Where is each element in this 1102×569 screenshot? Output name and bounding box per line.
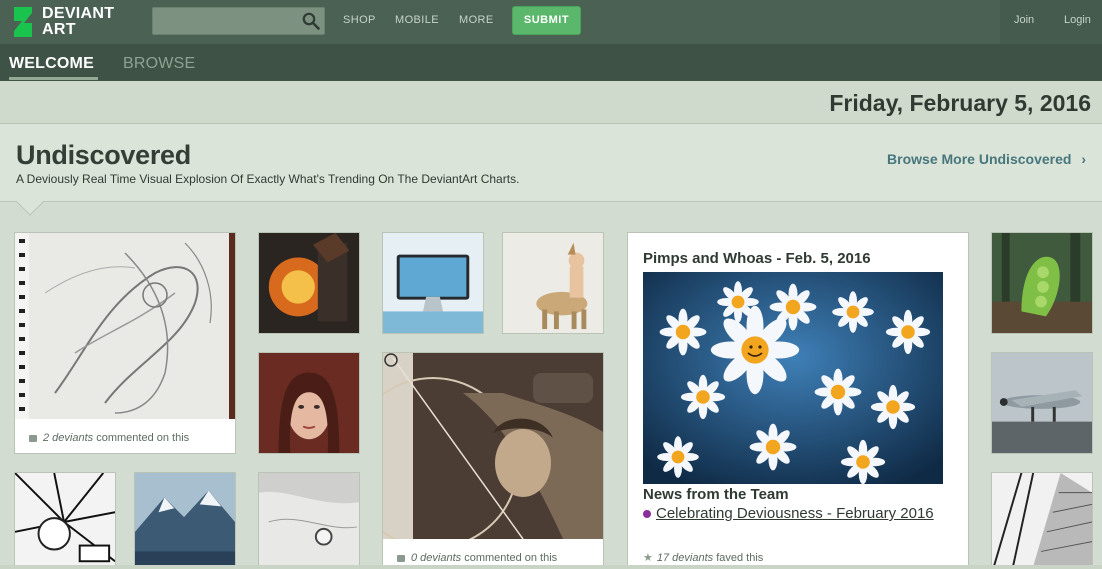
thumbnail-image bbox=[992, 353, 1092, 453]
archer-thumbnail[interactable] bbox=[383, 353, 604, 539]
thumbnail-image bbox=[259, 353, 359, 453]
section-title: Undiscovered bbox=[16, 140, 191, 170]
deviantart-logo[interactable]: DEVIANT ART bbox=[12, 6, 132, 38]
thumbnail-image bbox=[383, 233, 483, 333]
news-title: News from the Team bbox=[643, 486, 789, 503]
tab-browse[interactable]: BROWSE bbox=[123, 55, 195, 73]
undiscovered-header: Undiscovered A Deviously Real Time Visua… bbox=[0, 124, 1102, 202]
faved-count-label: faved this bbox=[716, 552, 764, 564]
browse-more-link[interactable]: Browse More Undiscovered › bbox=[887, 151, 1086, 167]
date-bar: Friday, February 5, 2016 bbox=[0, 81, 1102, 124]
thumbnail-image bbox=[15, 473, 115, 569]
page-date: Friday, February 5, 2016 bbox=[829, 90, 1091, 116]
tab-welcome[interactable]: WELCOME bbox=[9, 55, 94, 73]
comment-count: 2 deviants commented on this bbox=[15, 418, 235, 453]
faved-count: ★ 17 deviants faved this bbox=[643, 551, 763, 564]
deviation-thumb-airplane[interactable] bbox=[991, 352, 1093, 454]
login-link[interactable]: Login bbox=[1064, 14, 1091, 26]
thumbnail-image bbox=[259, 233, 359, 333]
deviation-card-sketch[interactable]: 2 deviants commented on this bbox=[14, 232, 236, 454]
active-tab-indicator bbox=[9, 77, 98, 80]
deviation-thumb-centaur[interactable] bbox=[502, 232, 604, 334]
news-link[interactable]: Celebrating Deviousness - February 2016 bbox=[643, 504, 943, 523]
deviation-thumb-manga[interactable] bbox=[14, 472, 116, 569]
nav-mobile[interactable]: MOBILE bbox=[395, 14, 439, 26]
section-subtitle: A Deviously Real Time Visual Explosion O… bbox=[16, 172, 520, 186]
news-link-label: Celebrating Deviousness - February 2016 bbox=[656, 505, 934, 522]
featured-title[interactable]: Pimps and Whoas - Feb. 5, 2016 bbox=[643, 250, 871, 267]
featured-image[interactable] bbox=[643, 272, 943, 484]
comment-count-number[interactable]: 0 deviants bbox=[411, 552, 461, 564]
star-icon: ★ bbox=[643, 552, 653, 564]
deviation-thumb-mountains[interactable] bbox=[134, 472, 236, 569]
deviation-thumb-fire-warrior[interactable] bbox=[258, 232, 360, 334]
sketch-thumbnail[interactable] bbox=[15, 233, 236, 419]
featured-card: Pimps and Whoas - Feb. 5, 2016 News from… bbox=[627, 232, 969, 569]
logo-text-line2: ART bbox=[42, 21, 76, 38]
logo-text-line1: DEVIANT bbox=[42, 5, 115, 22]
thumbnail-image bbox=[992, 473, 1092, 569]
submit-button[interactable]: SUBMIT bbox=[512, 6, 581, 35]
news-dot-icon bbox=[643, 510, 651, 519]
comment-count-label: commented on this bbox=[96, 432, 190, 444]
top-bar: DEVIANT ART SHOP MOBILE MORE SUBMIT Join… bbox=[0, 0, 1102, 44]
thumbnail-image bbox=[992, 233, 1092, 333]
scroll-edge bbox=[0, 565, 1102, 569]
comment-bubble-icon bbox=[397, 554, 405, 562]
join-link[interactable]: Join bbox=[1014, 14, 1034, 26]
comment-count-label: commented on this bbox=[464, 552, 558, 564]
deviation-thumb-portrait[interactable] bbox=[258, 352, 360, 454]
chevron-right-icon: › bbox=[1081, 151, 1086, 167]
nav-shop[interactable]: SHOP bbox=[343, 14, 376, 26]
comment-bubble-icon bbox=[29, 434, 37, 442]
deviation-thumb-monitor[interactable] bbox=[382, 232, 484, 334]
deviation-thumb-building[interactable] bbox=[991, 472, 1093, 569]
deviation-thumb-paper[interactable] bbox=[258, 472, 360, 569]
search-input[interactable] bbox=[152, 7, 325, 35]
thumbnail-image bbox=[503, 233, 603, 333]
search-icon[interactable] bbox=[302, 12, 320, 30]
comment-count-number[interactable]: 2 deviants bbox=[43, 432, 93, 444]
faved-count-number[interactable]: 17 deviants bbox=[657, 552, 713, 564]
account-area: Join Login bbox=[1000, 0, 1102, 44]
nav-more[interactable]: MORE bbox=[459, 14, 494, 26]
section-notch bbox=[16, 201, 44, 216]
deviation-card-archer[interactable]: 0 deviants commented on this bbox=[382, 352, 604, 569]
deviation-thumb-peapod[interactable] bbox=[991, 232, 1093, 334]
thumbnail-image bbox=[135, 473, 235, 569]
sub-nav-bar: WELCOME BROWSE bbox=[0, 44, 1102, 81]
deviantart-logo-icon bbox=[14, 7, 32, 37]
daisies-image bbox=[643, 272, 943, 484]
browse-more-label: Browse More Undiscovered bbox=[887, 151, 1072, 167]
thumbnail-image bbox=[259, 473, 359, 569]
